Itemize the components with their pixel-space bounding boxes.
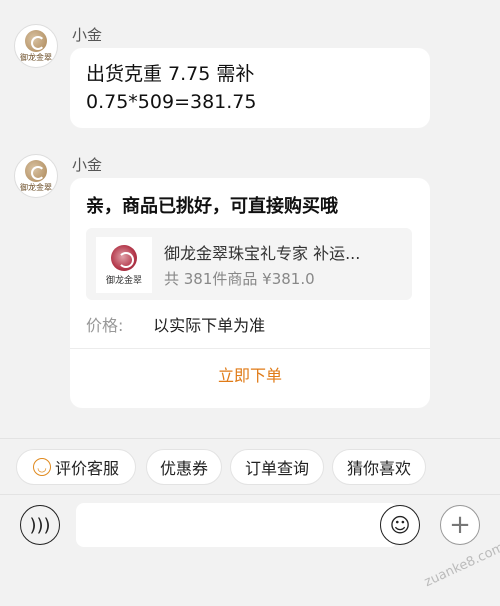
product-item[interactable]: 御龙金翠 御龙金翠珠宝礼专家 补运... 共 381件商品 ¥381.0 <box>86 228 412 300</box>
avatar[interactable]: 御龙金翠 <box>14 154 58 198</box>
order-query-chip[interactable]: 订单查询 <box>230 449 324 485</box>
emoji-icon: ☺ <box>389 513 411 537</box>
price-value: 以实际下单为准 <box>153 316 266 335</box>
message-line: 出货克重 7.75 需补 <box>86 63 255 85</box>
voice-icon: ))) <box>29 514 51 536</box>
guess-you-like-chip[interactable]: 猜你喜欢 <box>332 449 426 485</box>
chip-label: 订单查询 <box>244 459 309 478</box>
thumb-brand: 御龙金翠 <box>105 275 142 286</box>
emoji-button[interactable]: ☺ <box>380 505 420 545</box>
price-label: 价格: <box>86 316 124 335</box>
brand-logo-icon <box>25 30 47 52</box>
chip-label: 猜你喜欢 <box>346 459 411 478</box>
order-card: 亲，商品已挑好，可直接购买哦 御龙金翠 御龙金翠珠宝礼专家 补运... 共 38… <box>70 178 430 408</box>
sender-name: 小金 <box>72 26 103 44</box>
voice-button[interactable]: ))) <box>20 505 60 545</box>
message-line: 0.75*509=381.75 <box>86 91 257 113</box>
card-title: 亲，商品已挑好，可直接购买哦 <box>86 196 338 217</box>
order-now-button[interactable]: 立即下单 <box>70 349 430 399</box>
product-info: 共 381件商品 ¥381.0 <box>164 270 315 288</box>
avatar-brand: 御龙金翠 <box>20 183 52 192</box>
price-row: 价格: 以实际下单为准 <box>86 312 265 336</box>
product-thumbnail: 御龙金翠 <box>96 237 152 293</box>
message-bubble: 出货克重 7.75 需补 0.75*509=381.75 <box>70 48 430 128</box>
avatar-brand: 御龙金翠 <box>20 53 52 62</box>
coupon-chip[interactable]: 优惠券 <box>146 449 222 485</box>
chip-label: 优惠券 <box>159 459 208 478</box>
input-bar: ))) ☺ + <box>0 494 500 606</box>
quick-actions-bar: ◡ 评价客服 优惠券 订单查询 猜你喜欢 <box>0 438 500 492</box>
brand-logo-icon <box>111 244 137 271</box>
more-button[interactable]: + <box>440 505 480 545</box>
message-input[interactable] <box>76 503 398 547</box>
product-name: 御龙金翠珠宝礼专家 补运... <box>164 244 361 263</box>
smile-icon: ◡ <box>32 458 51 476</box>
chip-label: 评价客服 <box>54 459 119 478</box>
plus-icon: + <box>449 510 471 540</box>
avatar[interactable]: 御龙金翠 <box>14 24 58 68</box>
rate-service-chip[interactable]: ◡ 评价客服 <box>16 449 136 485</box>
brand-logo-icon <box>25 160 47 182</box>
message-text: 出货克重 7.75 需补 0.75*509=381.75 <box>70 48 430 128</box>
sender-name: 小金 <box>72 156 103 174</box>
